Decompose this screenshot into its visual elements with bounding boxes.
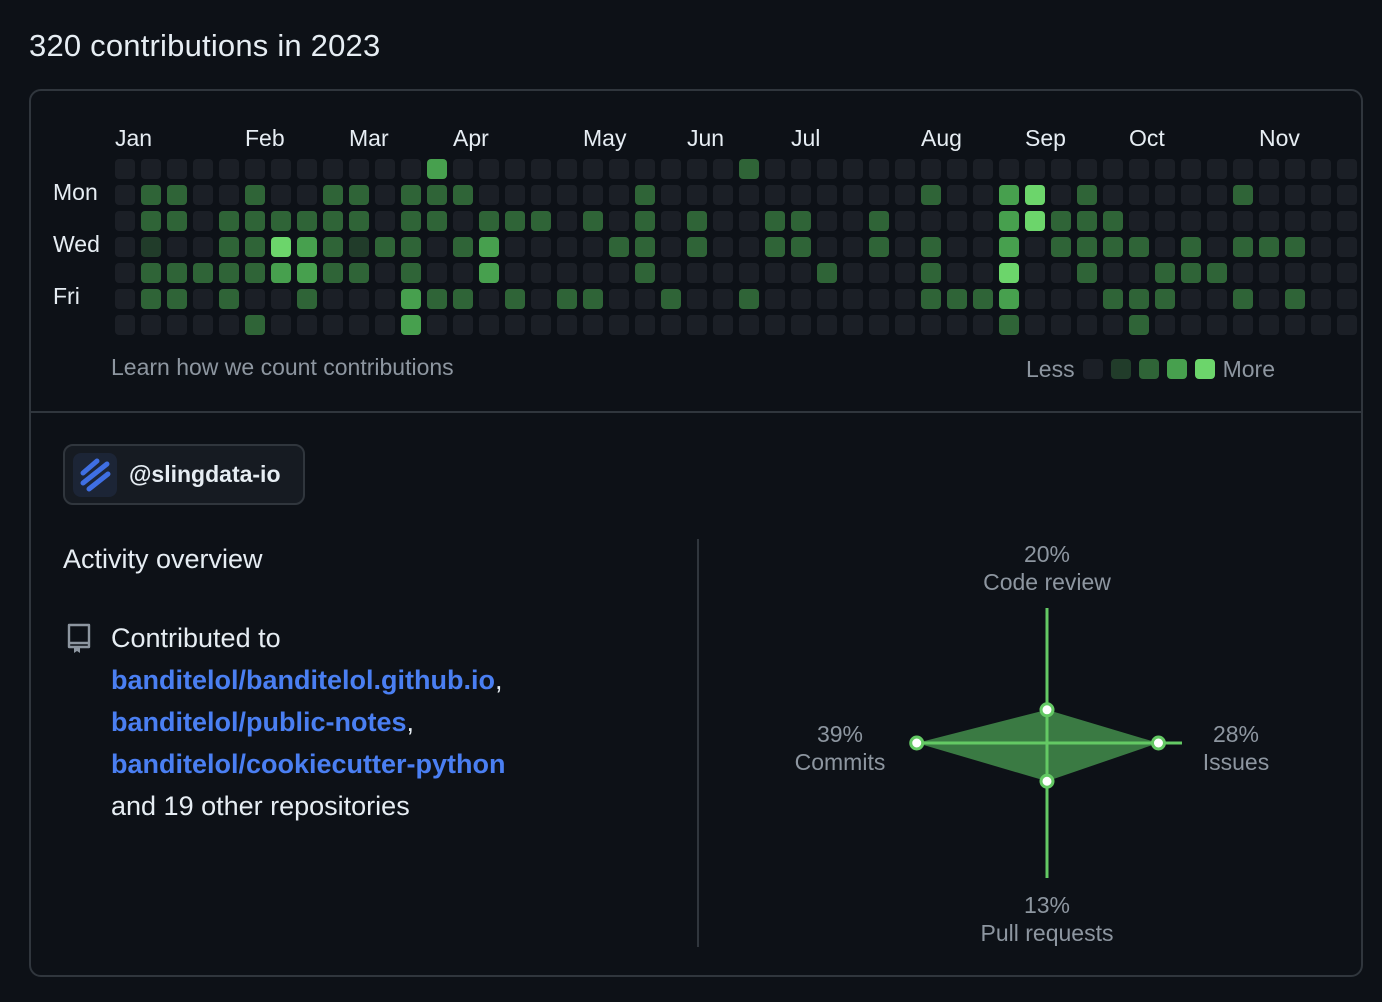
radar-label-pull-requests: 13% Pull requests — [947, 891, 1147, 947]
radar-pct: 28% — [1212, 721, 1260, 747]
contributions-heading: 320 contributions in 2023 — [29, 28, 381, 63]
radar-label: Issues — [1202, 749, 1270, 775]
radar-area — [916, 709, 1159, 782]
radar-label-issues: 28% Issues — [1186, 720, 1286, 776]
radar-pct: 20% — [1023, 541, 1071, 567]
radar-pct: 39% — [816, 721, 864, 747]
radar-label-commits: 39% Commits — [770, 720, 910, 776]
radar-label: Commits — [794, 749, 886, 775]
radar-point-issues — [1150, 735, 1166, 751]
radar-label: Code review — [983, 569, 1111, 595]
radar-point-commits — [909, 735, 925, 751]
radar-point-code-review — [1039, 702, 1055, 718]
radar-label: Pull requests — [980, 920, 1114, 946]
radar-label-code-review: 20% Code review — [947, 540, 1147, 596]
activity-radar-chart — [909, 608, 1182, 878]
radar-point-pull-requests — [1039, 773, 1055, 789]
contribution-card: Jan Feb Mar Apr May Jun Jul Aug Sep Oct … — [29, 89, 1363, 977]
radar-pct: 13% — [1023, 892, 1071, 918]
